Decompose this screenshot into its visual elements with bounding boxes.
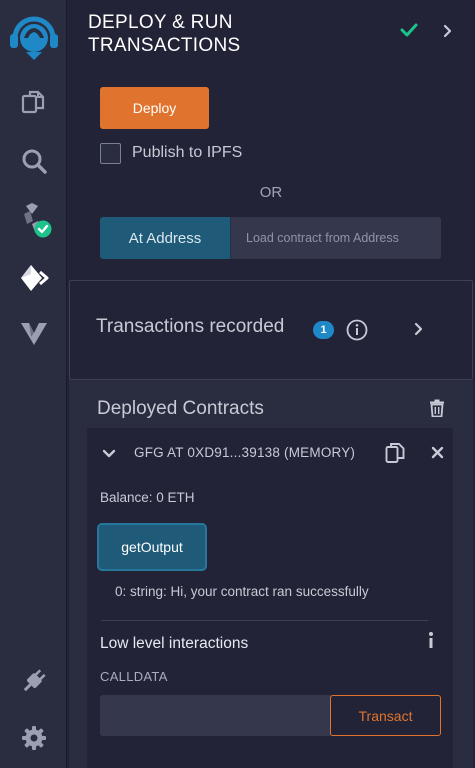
transact-button[interactable]: Transact [330, 695, 441, 736]
at-address-button[interactable]: At Address [100, 217, 231, 259]
check-icon [400, 22, 418, 43]
close-icon[interactable] [431, 446, 444, 464]
info-icon[interactable] [346, 319, 368, 346]
deploy-run-icon[interactable] [0, 252, 67, 304]
icon-sidebar [0, 0, 67, 768]
transactions-recorded-section[interactable]: Transactions recorded 1 [69, 280, 473, 380]
divider [101, 620, 428, 621]
remix-ide: DEPLOY & RUN TRANSACTIONS Deploy Publish… [0, 0, 475, 768]
publish-ipfs-label: Publish to IPFS [132, 144, 243, 161]
remix-logo-icon[interactable] [0, 6, 67, 64]
trash-icon[interactable] [429, 399, 445, 422]
calldata-input[interactable] [100, 695, 332, 736]
copy-icon[interactable] [385, 442, 405, 469]
calldata-label: CALLDATA [100, 669, 168, 684]
solidity-compiler-icon[interactable] [0, 194, 67, 246]
info-icon[interactable] [427, 631, 435, 654]
deployed-contracts-section: Deployed Contracts GFG AT 0XD91...39138 … [69, 380, 473, 768]
transactions-recorded-label: Transactions recorded [96, 316, 285, 337]
contract-instance-name[interactable]: GFG AT 0XD91...39138 (MEMORY) [134, 445, 355, 460]
deployed-contract-card: GFG AT 0XD91...39138 (MEMORY) Balance: 0… [87, 428, 453, 768]
verify-icon[interactable] [0, 308, 67, 360]
chevron-right-icon[interactable] [443, 24, 453, 43]
contract-address-input[interactable]: Load contract from Address [231, 217, 441, 259]
panel-title: DEPLOY & RUN TRANSACTIONS [88, 12, 241, 56]
at-address-group: At Address Load contract from Address [100, 217, 441, 259]
settings-icon[interactable] [0, 712, 67, 764]
transactions-count-badge: 1 [313, 321, 334, 339]
low-level-interactions-title: Low level interactions [100, 635, 249, 652]
file-explorer-icon[interactable] [0, 76, 67, 128]
deploy-button[interactable]: Deploy [100, 87, 209, 129]
deployed-contracts-title: Deployed Contracts [97, 398, 264, 419]
deploy-run-panel: DEPLOY & RUN TRANSACTIONS Deploy Publish… [67, 0, 475, 768]
chevron-right-icon[interactable] [414, 322, 424, 341]
publish-ipfs-checkbox[interactable] [100, 142, 121, 164]
or-separator: OR [259, 184, 283, 201]
publish-ipfs-option: Publish to IPFS [100, 141, 242, 165]
chevron-down-icon[interactable] [102, 446, 116, 464]
get-output-button[interactable]: getOutput [97, 523, 207, 571]
plugin-manager-icon[interactable] [0, 655, 67, 707]
function-output: 0: string: Hi, your contract ran success… [115, 584, 369, 599]
panel-header: DEPLOY & RUN TRANSACTIONS [67, 0, 475, 64]
search-icon[interactable] [0, 135, 67, 187]
contract-balance: Balance: 0 ETH [100, 490, 195, 505]
